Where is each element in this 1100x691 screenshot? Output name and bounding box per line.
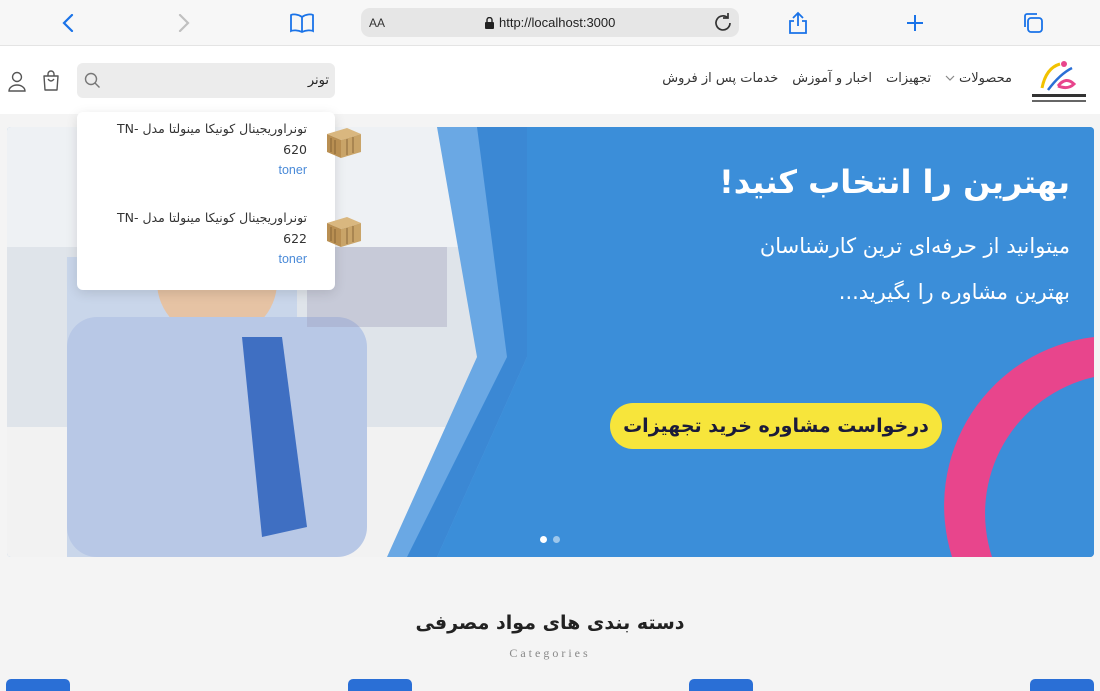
nav-news[interactable]: اخبار و آموزش [792,71,872,86]
nav-products[interactable]: محصولات [945,71,1012,86]
search-box [77,63,335,98]
search-result-name: تونراوریجینال کونیکا مینولتا مدل TN-622 [116,210,307,246]
search-result-name: تونراوریجینال کونیکا مینولتا مدل TN-620 [116,121,307,157]
user-icon[interactable] [7,70,27,92]
reader-button[interactable]: AA [369,16,385,30]
lock-icon [485,16,494,29]
nav-news-label: اخبار و آموزش [792,71,873,86]
hero-line1: میتوانید از حرفه‌ای ترین کارشناسان [759,234,1070,258]
nav-equipment[interactable]: تجهیزات [886,71,931,86]
bookmarks-icon[interactable] [289,10,315,36]
hero-title: بهترین را انتخاب کنید! [719,163,1070,201]
categories-subtitle: Categories [509,646,591,660]
nav-after-sales-label: خدمات پس از فروش [662,71,779,86]
search-results-dropdown: تونراوریجینال کونیکا مینولتا مدل TN-620 … [77,112,361,290]
slider-dots [540,536,560,543]
nav-equipment-label: تجهیزات [886,71,931,86]
nav-products-label: محصولات [959,71,1012,86]
hero-line2: بهترین مشاوره را بگیرید... [838,280,1070,304]
category-card[interactable] [1030,679,1094,691]
toner-box-thumbnail [327,128,361,158]
slider-dot[interactable] [540,536,547,543]
search-result-category[interactable]: toner [107,160,308,180]
search-result-category[interactable]: toner [107,249,308,269]
tabs-icon[interactable] [1020,10,1046,36]
chevron-down-icon [945,75,955,81]
back-icon[interactable] [55,10,81,36]
cart-icon[interactable] [41,70,61,92]
url-text: http://localhost:3000 [499,15,616,30]
consultation-cta-button[interactable]: درخواست مشاوره خرید تجهیزات [610,403,942,449]
search-result-item[interactable]: تونراوریجینال کونیکا مینولتا مدل TN-620 … [107,118,361,180]
main-nav: محصولات تجهیزات اخبار و آموزش خدمات پس ا… [662,71,1012,86]
category-card[interactable] [6,679,70,691]
browser-toolbar: AA http://localhost:3000 [0,0,1100,46]
slider-dot[interactable] [553,536,560,543]
search-icon[interactable] [84,72,101,89]
share-icon[interactable] [785,10,811,36]
search-input[interactable] [107,63,329,98]
search-result-item[interactable]: تونراوریجینال کونیکا مینولتا مدل TN-622 … [107,207,361,269]
categories-title: دسته بندی های مواد مصرفی [415,612,685,634]
category-card[interactable] [348,679,412,691]
nav-after-sales[interactable]: خدمات پس از فروش [662,71,778,86]
new-tab-icon[interactable] [902,10,928,36]
logo[interactable] [1028,54,1090,108]
category-card[interactable] [689,679,753,691]
hero-text-block: بهترین را انتخاب کنید! میتوانید از حرفه‌… [719,163,1070,315]
reload-icon[interactable] [713,12,733,32]
address-bar[interactable]: AA http://localhost:3000 [361,8,739,37]
site-header: محصولات تجهیزات اخبار و آموزش خدمات پس ا… [0,46,1100,114]
forward-icon[interactable] [171,10,197,36]
toner-box-thumbnail [327,217,361,247]
